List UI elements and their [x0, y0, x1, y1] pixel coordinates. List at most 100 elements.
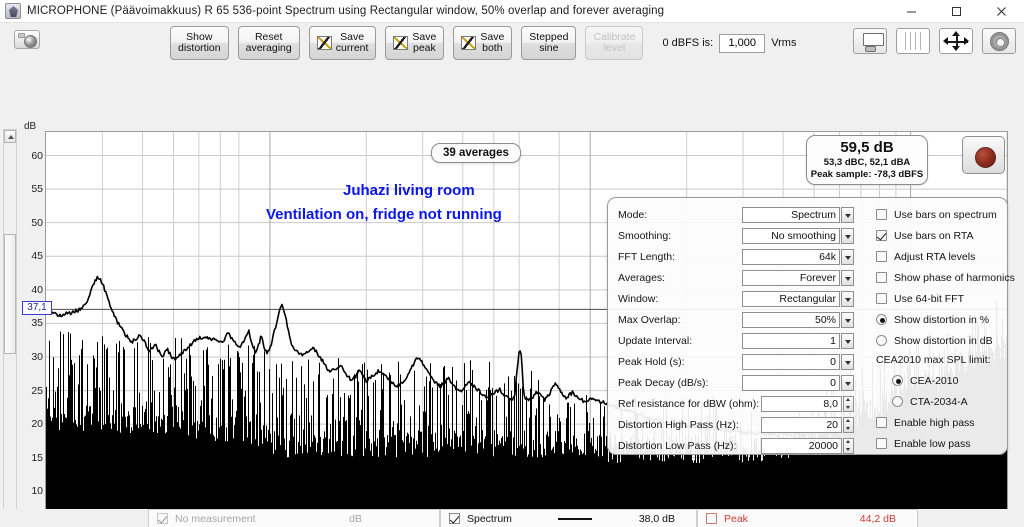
dbfs-input[interactable]: [719, 33, 766, 53]
setting-value-field[interactable]: 1: [742, 332, 840, 349]
checkbox-icon[interactable]: [876, 251, 887, 262]
setting-value-field[interactable]: Spectrum: [742, 206, 840, 223]
checkbox-icon[interactable]: [876, 417, 887, 428]
cea-radio[interactable]: CEA-2010: [870, 370, 1009, 391]
spinner-stepper[interactable]: [843, 437, 854, 454]
spectrum-legend-panel[interactable]: Spectrum 38,0 dB: [440, 509, 697, 527]
chart-icon: [316, 36, 332, 50]
option-label: Adjust RTA levels: [894, 250, 976, 263]
radio-icon[interactable]: [892, 375, 903, 386]
setting-value-field[interactable]: 8,0: [761, 395, 842, 412]
setting-label: FFT Length:: [618, 250, 676, 263]
view-toolbar: [853, 28, 1016, 54]
title-bar: MICROPHONE (Päävoimakkuus) R 65 536-poin…: [0, 0, 1024, 23]
averages-badge: 39 averages: [431, 143, 521, 163]
pass-checkbox[interactable]: Enable high pass: [870, 412, 1009, 433]
window-controls: [889, 0, 1024, 23]
maximize-icon[interactable]: [934, 0, 979, 23]
option-checkbox[interactable]: Use bars on RTA: [870, 225, 1009, 246]
pass-checkbox[interactable]: Enable low pass: [870, 433, 1009, 454]
chevron-down-icon[interactable]: [841, 353, 854, 370]
chevron-down-icon[interactable]: [841, 206, 854, 223]
chevron-down-icon[interactable]: [841, 332, 854, 349]
setting-row: FFT Length: 64k: [608, 246, 860, 267]
setting-value-field[interactable]: 50%: [742, 311, 840, 328]
chevron-down-icon[interactable]: [841, 311, 854, 328]
setting-value-field[interactable]: Rectangular: [742, 290, 840, 307]
option-label: Use 64-bit FFT: [894, 292, 965, 305]
spectrum-checkbox[interactable]: [449, 513, 460, 524]
option-checkbox[interactable]: Use 64-bit FFT: [870, 288, 1009, 309]
save-current-label: Save current: [335, 30, 369, 54]
setting-value-field[interactable]: 20000: [761, 437, 842, 454]
option-label: Show distortion in %: [894, 313, 990, 326]
save-current-button[interactable]: Save current: [308, 26, 377, 60]
chevron-down-icon[interactable]: [841, 374, 854, 391]
spectrum-legend-swatch: [558, 517, 593, 520]
calibrate-level-label: Calibrate level: [593, 30, 636, 54]
option-radio[interactable]: Show distortion in dB: [870, 330, 1009, 351]
fit-to-window-icon[interactable]: [939, 28, 973, 54]
checkbox-icon[interactable]: [876, 438, 887, 449]
setting-value-field[interactable]: 64k: [742, 248, 840, 265]
setting-value-field[interactable]: No smoothing: [742, 227, 840, 244]
setting-row: Peak Decay (dB/s): 0: [608, 372, 860, 393]
cea-radio[interactable]: CTA-2034-A: [870, 391, 1009, 412]
y-tick-label: 50: [31, 216, 43, 229]
checkbox-icon[interactable]: [876, 293, 887, 304]
no-measurement-checkbox[interactable]: [157, 513, 168, 524]
controls-panel-icon[interactable]: [853, 28, 887, 54]
y-tick-label: 40: [31, 283, 43, 296]
setting-label: Mode:: [618, 208, 648, 221]
chevron-down-icon[interactable]: [841, 290, 854, 307]
cea-heading: CEA2010 max SPL limit:: [876, 354, 991, 366]
option-checkbox[interactable]: Show phase of harmonics: [870, 267, 1015, 288]
save-peak-button[interactable]: Save peak: [385, 26, 445, 60]
stepped-sine-button[interactable]: Stepped sine: [521, 26, 577, 60]
chevron-down-icon[interactable]: [841, 269, 854, 286]
option-radio[interactable]: Show distortion in %: [870, 309, 1009, 330]
y-tick-label: 30: [31, 351, 43, 363]
minimize-icon[interactable]: [889, 0, 934, 23]
setting-row: Ref resistance for dBW (ohm): 8,0: [608, 393, 860, 414]
spinner-stepper[interactable]: [843, 395, 854, 412]
chevron-down-icon[interactable]: [841, 227, 854, 244]
radio-icon[interactable]: [876, 335, 887, 346]
camera-icon[interactable]: [14, 30, 40, 49]
option-checkbox[interactable]: Adjust RTA levels: [870, 246, 1009, 267]
show-distortion-button[interactable]: Show distortion: [170, 26, 229, 60]
reset-averaging-button[interactable]: Reset averaging: [237, 26, 300, 60]
spinner-stepper[interactable]: [843, 416, 854, 433]
checkbox-icon[interactable]: [876, 230, 887, 241]
annotation-line-1: Juhazi living room: [343, 182, 475, 199]
radio-icon[interactable]: [876, 314, 887, 325]
checkbox-icon[interactable]: [876, 272, 887, 283]
cursor-y-readout: 37,1: [22, 301, 52, 316]
chevron-down-icon[interactable]: [841, 248, 854, 265]
checkbox-icon[interactable]: [876, 209, 887, 220]
record-button[interactable]: [962, 136, 1005, 174]
close-icon[interactable]: [979, 0, 1024, 23]
option-label: CTA-2034-A: [910, 395, 968, 408]
option-checkbox[interactable]: Use bars on spectrum: [870, 204, 1009, 225]
radio-icon[interactable]: [892, 396, 903, 407]
graph-settings-gear-icon[interactable]: [982, 28, 1016, 54]
option-label: Show distortion in dB: [894, 334, 993, 347]
peak-checkbox[interactable]: [706, 513, 717, 524]
setting-value-field[interactable]: Forever: [742, 269, 840, 286]
spl-peak-sample: Peak sample: -78,3 dBFS: [810, 169, 924, 180]
settings-options: Use bars on spectrum Use bars on RTA Adjus…: [870, 204, 1015, 454]
setting-value-field[interactable]: 0: [742, 374, 840, 391]
spectrum-label: Spectrum: [467, 512, 512, 525]
bars-view-icon[interactable]: [896, 28, 930, 54]
setting-value-field[interactable]: 0: [742, 353, 840, 370]
peak-legend-panel[interactable]: Peak 44,2 dB: [697, 509, 918, 527]
save-both-button[interactable]: Save both: [453, 26, 513, 60]
chart-icon: [461, 36, 477, 50]
dbfs-group: 0 dBFS is: Vrms: [662, 33, 796, 53]
setting-row: Distortion Low Pass (Hz): 20000: [608, 435, 860, 456]
no-measurement-panel[interactable]: No measurement dB: [148, 509, 440, 527]
show-distortion-label: Show distortion: [178, 30, 221, 54]
option-label: Use bars on RTA: [894, 229, 974, 242]
setting-value-field[interactable]: 20: [761, 416, 842, 433]
